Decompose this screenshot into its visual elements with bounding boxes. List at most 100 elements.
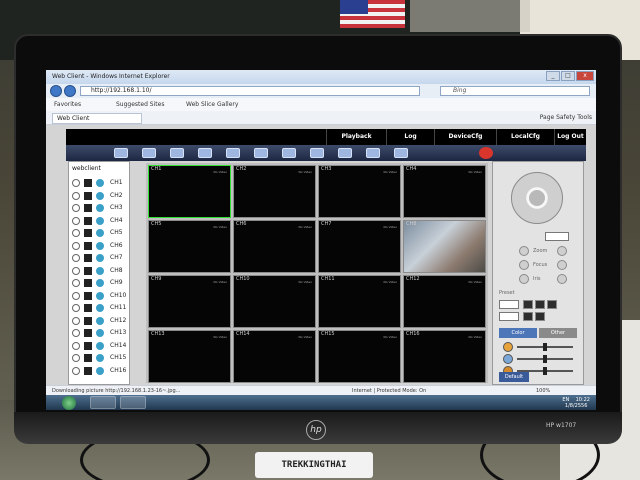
video-cell-ch1[interactable]: CH1 No Video <box>148 165 231 218</box>
preset-goto-button[interactable] <box>523 300 533 309</box>
preset-input[interactable] <box>499 300 519 309</box>
favorites-button[interactable]: Favorites <box>54 101 81 108</box>
camera-icon[interactable] <box>96 229 104 237</box>
close-button[interactable]: x <box>576 71 594 81</box>
play-icon[interactable] <box>84 229 92 237</box>
video-cell-ch5[interactable]: CH5 No Video <box>148 220 231 273</box>
sidebar-item-ch10[interactable]: CH10 <box>72 291 130 301</box>
capture-icon[interactable] <box>366 148 380 158</box>
sidebar-item-ch15[interactable]: CH15 <box>72 353 130 363</box>
play-icon[interactable] <box>84 354 92 362</box>
video-cell-ch14[interactable]: CH14 No Video <box>233 330 316 383</box>
nav-localcfg[interactable]: LocalCfg <box>496 129 554 145</box>
tab-other[interactable]: Other <box>539 328 577 338</box>
camera-icon[interactable] <box>96 354 104 362</box>
preset-clear-button[interactable] <box>547 300 557 309</box>
video-cell-ch7[interactable]: CH7 No Video <box>318 220 401 273</box>
camera-icon[interactable] <box>96 179 104 187</box>
ptz-speed-select[interactable] <box>545 232 569 241</box>
sidebar-item-ch6[interactable]: CH6 <box>72 241 130 251</box>
play-icon[interactable] <box>84 254 92 262</box>
sidebar-item-ch14[interactable]: CH14 <box>72 341 130 351</box>
ptz-icon[interactable] <box>338 148 352 158</box>
cruise-stop-button[interactable] <box>535 312 545 321</box>
sidebar-item-ch13[interactable]: CH13 <box>72 328 130 338</box>
suggested-sites-link[interactable]: Suggested Sites <box>116 101 164 108</box>
video-cell-ch2[interactable]: CH2 No Video <box>233 165 316 218</box>
camera-icon[interactable] <box>96 329 104 337</box>
minimize-button[interactable]: _ <box>546 71 560 81</box>
ie-taskbar-button[interactable] <box>120 396 146 409</box>
play-icon[interactable] <box>84 316 92 325</box>
zoom-level[interactable]: 100% <box>536 388 550 394</box>
video-cell-ch15[interactable]: CH15 No Video <box>318 330 401 383</box>
camera-icon[interactable] <box>96 241 104 250</box>
back-button[interactable] <box>50 85 62 97</box>
video-cell-ch4[interactable]: CH4 No Video <box>403 165 486 218</box>
video-cell-ch12[interactable]: CH12 No Video <box>403 275 486 328</box>
start-button[interactable] <box>62 396 76 410</box>
play-icon[interactable] <box>84 366 92 375</box>
cruise-input[interactable] <box>499 312 519 321</box>
video-cell-ch13[interactable]: CH13 No Video <box>148 330 231 383</box>
record-all-icon[interactable] <box>310 148 324 158</box>
tab-color[interactable]: Color <box>499 328 537 338</box>
slider-thumb[interactable] <box>543 343 547 351</box>
play-icon[interactable] <box>84 341 92 350</box>
ptz-center-button[interactable] <box>529 190 545 206</box>
video-cell-ch3[interactable]: CH3 No Video <box>318 165 401 218</box>
camera-icon[interactable] <box>96 204 104 212</box>
camera-icon[interactable] <box>96 254 104 262</box>
record-icon[interactable] <box>479 147 493 159</box>
layout-4-icon[interactable] <box>142 148 156 158</box>
zoom-out-button[interactable] <box>519 246 529 256</box>
command-bar[interactable]: Page Safety Tools <box>540 114 592 121</box>
slider-thumb[interactable] <box>543 367 547 375</box>
sidebar-item-ch7[interactable]: CH7 <box>72 253 130 263</box>
search-input[interactable]: Bing <box>440 86 590 96</box>
video-cell-ch16[interactable]: CH16 No Video <box>403 330 486 383</box>
play-icon[interactable] <box>84 191 92 200</box>
play-icon[interactable] <box>84 279 92 287</box>
camera-icon[interactable] <box>96 279 104 287</box>
nav-log-out[interactable]: Log Out <box>554 129 586 145</box>
sidebar-item-ch5[interactable]: CH5 <box>72 228 130 238</box>
camera-icon[interactable] <box>96 216 104 225</box>
talk-icon[interactable] <box>254 148 268 158</box>
video-cell-ch11[interactable]: CH11 No Video <box>318 275 401 328</box>
chrome-taskbar-button[interactable] <box>90 396 116 409</box>
iris-open-button[interactable] <box>557 274 567 284</box>
camera-icon[interactable] <box>96 316 104 325</box>
tab-web-client[interactable]: Web Client <box>52 113 142 124</box>
sidebar-item-ch9[interactable]: CH9 <box>72 278 130 288</box>
sidebar-item-ch1[interactable]: CH1 <box>72 178 130 188</box>
sidebar-item-ch2[interactable]: CH2 <box>72 191 130 201</box>
video-cell-ch10[interactable]: CH10 No Video <box>233 275 316 328</box>
video-cell-ch8[interactable]: CH8 <box>403 220 486 273</box>
camera-icon[interactable] <box>96 266 104 275</box>
default-button[interactable]: Default <box>499 372 529 382</box>
sidebar-item-ch11[interactable]: CH11 <box>72 303 130 313</box>
fullscreen-icon[interactable] <box>226 148 240 158</box>
maximize-button[interactable]: □ <box>561 71 575 81</box>
focus-near-button[interactable] <box>519 260 529 270</box>
iris-close-button[interactable] <box>519 274 529 284</box>
video-cell-ch6[interactable]: CH6 No Video <box>233 220 316 273</box>
clock-date[interactable]: 1/8/2556 <box>565 403 587 409</box>
nav-playback[interactable]: Playback <box>326 129 386 145</box>
sidebar-item-ch16[interactable]: CH16 <box>72 366 130 376</box>
cruise-play-button[interactable] <box>523 312 533 321</box>
forward-button[interactable] <box>64 85 76 97</box>
brightness-slider[interactable] <box>503 342 579 352</box>
play-icon[interactable] <box>84 291 92 300</box>
play-icon[interactable] <box>84 304 92 312</box>
nav-log[interactable]: Log <box>386 129 434 145</box>
camera-icon[interactable] <box>96 341 104 350</box>
camera-icon[interactable] <box>96 191 104 200</box>
sidebar-item-ch8[interactable]: CH8 <box>72 266 130 276</box>
camera-icon[interactable] <box>96 304 104 312</box>
play-icon[interactable] <box>84 329 92 337</box>
camera-icon[interactable] <box>96 291 104 300</box>
video-cell-ch9[interactable]: CH9 No Video <box>148 275 231 328</box>
camera-icon[interactable] <box>96 366 104 375</box>
